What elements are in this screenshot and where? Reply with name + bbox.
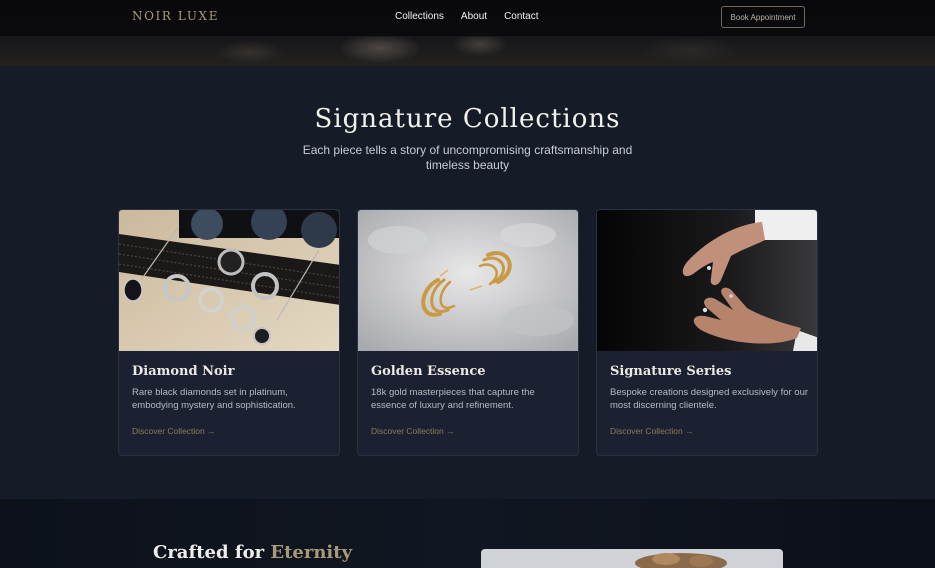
discover-collection-link[interactable]: Discover Collection → [610, 426, 694, 436]
section-title: Signature Collections [314, 104, 621, 134]
crafted-title-prefix: Crafted for [153, 542, 265, 563]
crafted-title-accent: Eternity [270, 542, 353, 563]
collection-card-diamond-noir[interactable]: Diamond Noir Rare black diamonds set in … [118, 209, 340, 456]
nav-link-about[interactable]: About [461, 11, 487, 22]
discover-collection-link[interactable]: Discover Collection → [371, 426, 455, 436]
card-title: Signature Series [610, 364, 732, 379]
card-description: 18k gold masterpieces that capture the e… [371, 387, 535, 411]
golden-essence-image [358, 210, 578, 351]
nav-link-collections[interactable]: Collections [395, 11, 444, 22]
crafted-section: Crafted for Eternity [0, 499, 935, 568]
card-title: Diamond Noir [132, 364, 235, 379]
crafted-title: Crafted for Eternity [153, 542, 352, 563]
card-description: Rare black diamonds set in platinum, emb… [132, 387, 296, 411]
card-description: Bespoke creations designed exclusively f… [610, 387, 809, 411]
collection-card-signature-series[interactable]: Signature Series Bespoke creations desig… [596, 209, 818, 456]
discover-collection-link[interactable]: Discover Collection → [132, 426, 216, 436]
collection-card-golden-essence[interactable]: Golden Essence 18k gold masterpieces tha… [357, 209, 579, 456]
card-title: Golden Essence [371, 364, 486, 379]
crafted-image [481, 549, 783, 568]
book-appointment-button[interactable]: Book Appointment [721, 6, 805, 28]
nav-link-contact[interactable]: Contact [504, 11, 538, 22]
section-subtitle: Each piece tells a story of uncompromisi… [302, 143, 633, 172]
nav-links: Collections About Contact [395, 11, 539, 22]
signature-series-image [597, 210, 817, 351]
brand-logo[interactable]: NOIR LUXE [132, 9, 219, 23]
diamond-noir-image [119, 210, 339, 351]
top-navbar: NOIR LUXE Collections About Contact Book… [0, 0, 935, 37]
